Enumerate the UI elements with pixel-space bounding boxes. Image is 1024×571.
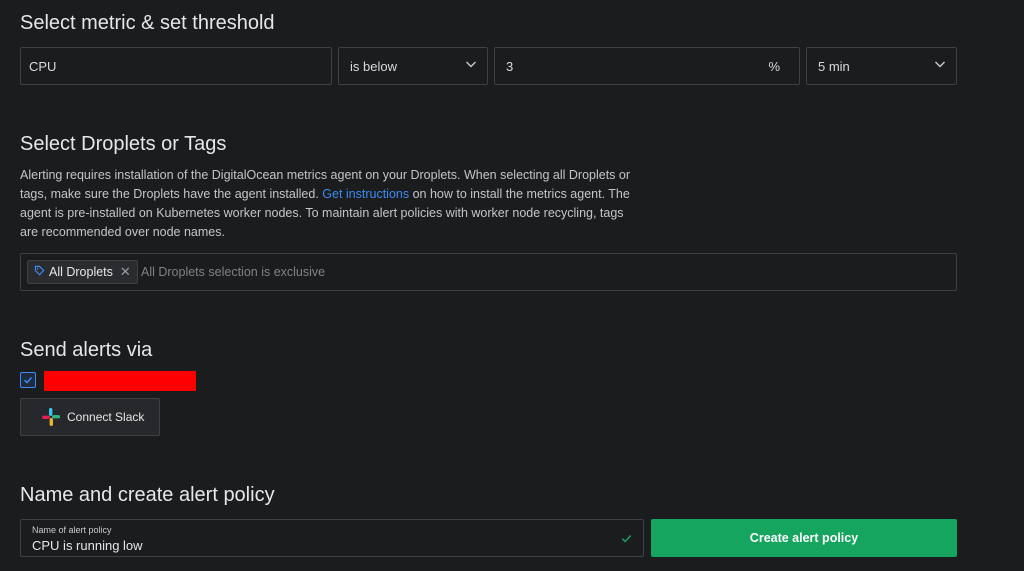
comparator-value: is below xyxy=(350,59,397,74)
checkmark-icon xyxy=(620,532,633,545)
threshold-value: 3 xyxy=(506,59,514,74)
get-instructions-link[interactable]: Get instructions xyxy=(322,187,409,201)
metric-select[interactable]: CPU xyxy=(20,47,332,85)
tag-chip-all-droplets: All Droplets ✕ xyxy=(27,260,138,284)
email-alert-checkbox[interactable] xyxy=(20,372,36,388)
policy-name-value: CPU is running low xyxy=(32,538,143,553)
comparator-select[interactable]: is below xyxy=(338,47,488,85)
threshold-value-input[interactable]: 3 % xyxy=(494,47,800,85)
window-select[interactable]: 5 min xyxy=(806,47,957,85)
close-icon[interactable]: ✕ xyxy=(120,264,131,280)
window-value: 5 min xyxy=(818,59,850,74)
section-title-threshold: Select metric & set threshold xyxy=(20,12,275,34)
policy-name-label: Name of alert policy xyxy=(32,525,112,535)
section-title-alerts: Send alerts via xyxy=(20,339,153,361)
metric-value: CPU xyxy=(29,59,57,74)
section-title-policy: Name and create alert policy xyxy=(20,484,275,506)
chevron-down-icon xyxy=(465,58,477,70)
chevron-down-icon xyxy=(934,58,946,70)
connect-slack-label: Connect Slack xyxy=(67,410,145,424)
droplets-tags-input[interactable]: All Droplets ✕ All Droplets selection is… xyxy=(20,253,957,291)
tag-input-placeholder: All Droplets selection is exclusive xyxy=(141,265,326,279)
tag-icon xyxy=(34,265,45,279)
unit-label: % xyxy=(768,59,780,74)
section-title-droplets: Select Droplets or Tags xyxy=(20,133,227,155)
slack-icon xyxy=(41,407,61,427)
connect-slack-button[interactable]: Connect Slack xyxy=(20,398,160,436)
checkmark-icon xyxy=(23,377,33,384)
policy-name-field[interactable]: Name of alert policy CPU is running low xyxy=(20,519,644,557)
redacted-email xyxy=(44,371,196,391)
droplets-description: Alerting requires installation of the Di… xyxy=(20,166,640,242)
tag-label: All Droplets xyxy=(49,265,113,279)
create-alert-policy-button[interactable]: Create alert policy xyxy=(651,519,957,557)
